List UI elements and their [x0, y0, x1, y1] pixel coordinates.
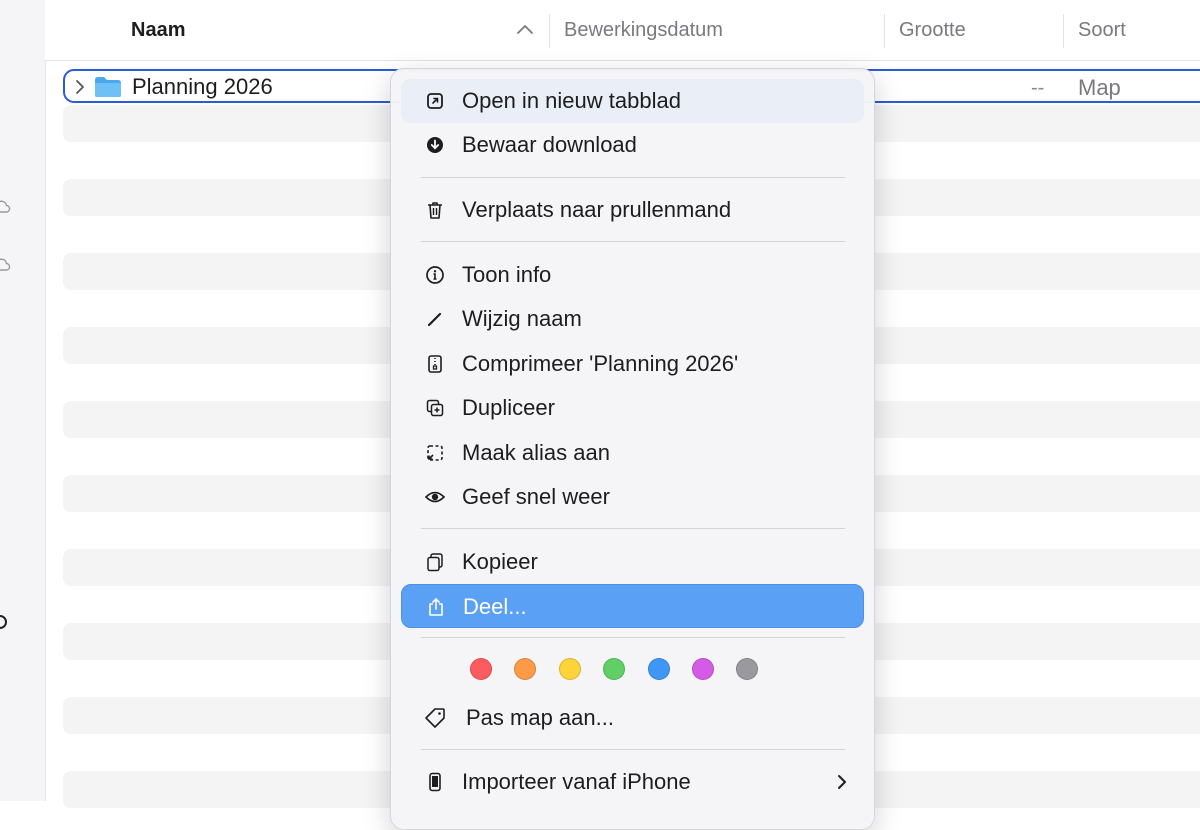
tag-purple[interactable]: [692, 658, 714, 680]
menu-item-label: Importeer vanaf iPhone: [462, 769, 691, 794]
column-divider[interactable]: [1063, 14, 1064, 48]
menu-item-compress[interactable]: Comprimeer 'Planning 2026': [401, 342, 864, 386]
menu-item-duplicate[interactable]: Dupliceer: [401, 386, 864, 430]
menu-item-copy[interactable]: Kopieer: [401, 540, 864, 584]
tag-red[interactable]: [470, 658, 492, 680]
menu-item-label: Kopieer: [462, 549, 538, 574]
tag-icon: [425, 708, 445, 728]
submenu-chevron-icon: [838, 775, 846, 789]
menu-item-import-iphone[interactable]: Importeer vanaf iPhone: [401, 760, 864, 804]
menu-separator: [421, 749, 845, 750]
tag-blue[interactable]: [648, 658, 670, 680]
sort-ascending-icon[interactable]: [516, 22, 534, 36]
column-name[interactable]: Naam: [131, 19, 185, 42]
menu-item-share[interactable]: Deel...: [401, 584, 864, 628]
menu-separator: [421, 528, 845, 529]
sidebar-item-icon[interactable]: [0, 612, 14, 632]
menu-item-label: Geef snel weer: [462, 484, 610, 509]
column-divider[interactable]: [884, 14, 885, 48]
iphone-icon: [429, 772, 441, 792]
menu-separator: [421, 241, 845, 242]
menu-item-quick-look[interactable]: Geef snel weer: [401, 475, 864, 519]
menu-item-rename[interactable]: Wijzig naam: [401, 297, 864, 341]
share-icon: [429, 597, 443, 616]
download-icon: [427, 137, 443, 153]
menu-item-label: Wijzig naam: [462, 306, 582, 331]
tag-green[interactable]: [603, 658, 625, 680]
folder-name[interactable]: Planning 2026: [132, 74, 273, 100]
sidebar: [0, 0, 46, 801]
column-kind[interactable]: Soort: [1078, 19, 1126, 42]
column-divider[interactable]: [549, 14, 550, 48]
trash-icon: [428, 202, 442, 219]
menu-item-customize-folder[interactable]: Pas map aan...: [401, 696, 864, 740]
menu-item-label: Verplaats naar prullenmand: [462, 197, 732, 222]
menu-item-label: Open in nieuw tabblad: [462, 88, 681, 113]
duplicate-icon: [426, 399, 444, 417]
tag-gray[interactable]: [736, 658, 758, 680]
tag-yellow[interactable]: [559, 658, 581, 680]
menu-item-label: Pas map aan...: [466, 705, 614, 730]
menu-item-label: Bewaar download: [462, 132, 637, 157]
menu-separator: [421, 177, 845, 178]
menu-item-move-to-trash[interactable]: Verplaats naar prullenmand: [401, 188, 864, 232]
menu-item-label: Deel...: [463, 594, 527, 619]
menu-item-make-alias[interactable]: Maak alias aan: [401, 431, 864, 475]
menu-item-label: Toon info: [462, 262, 552, 287]
column-header: Naam Bewerkingsdatum Grootte Soort: [45, 0, 1200, 61]
archive-icon: [428, 355, 442, 373]
pencil-icon: [427, 312, 442, 327]
copy-icon: [427, 553, 443, 572]
menu-item-keep-download[interactable]: Bewaar download: [401, 123, 864, 167]
disclosure-chevron-icon[interactable]: [74, 79, 86, 95]
folder-icon: [95, 77, 121, 97]
menu-item-label: Maak alias aan: [462, 440, 610, 465]
menu-item-get-info[interactable]: Toon info: [401, 253, 864, 297]
icloud-icon[interactable]: [0, 256, 12, 276]
folder-kind: Map: [1078, 75, 1121, 100]
alias-icon: [427, 445, 443, 461]
column-modified[interactable]: Bewerkingsdatum: [564, 19, 723, 42]
context-menu: Open in nieuw tabblad Bewaar download Ve…: [390, 68, 875, 830]
menu-item-label: Comprimeer 'Planning 2026': [462, 351, 739, 376]
menu-separator: [421, 637, 845, 638]
menu-item-open-new-tab[interactable]: Open in nieuw tabblad: [401, 79, 864, 123]
info-icon: [426, 266, 444, 284]
icloud-icon[interactable]: [0, 198, 12, 218]
menu-item-label: Dupliceer: [462, 395, 555, 420]
eye-icon: [425, 491, 445, 503]
folder-size: --: [1031, 77, 1045, 99]
open-in-tab-icon: [427, 93, 443, 109]
tag-orange[interactable]: [514, 658, 536, 680]
column-size[interactable]: Grootte: [899, 19, 966, 42]
